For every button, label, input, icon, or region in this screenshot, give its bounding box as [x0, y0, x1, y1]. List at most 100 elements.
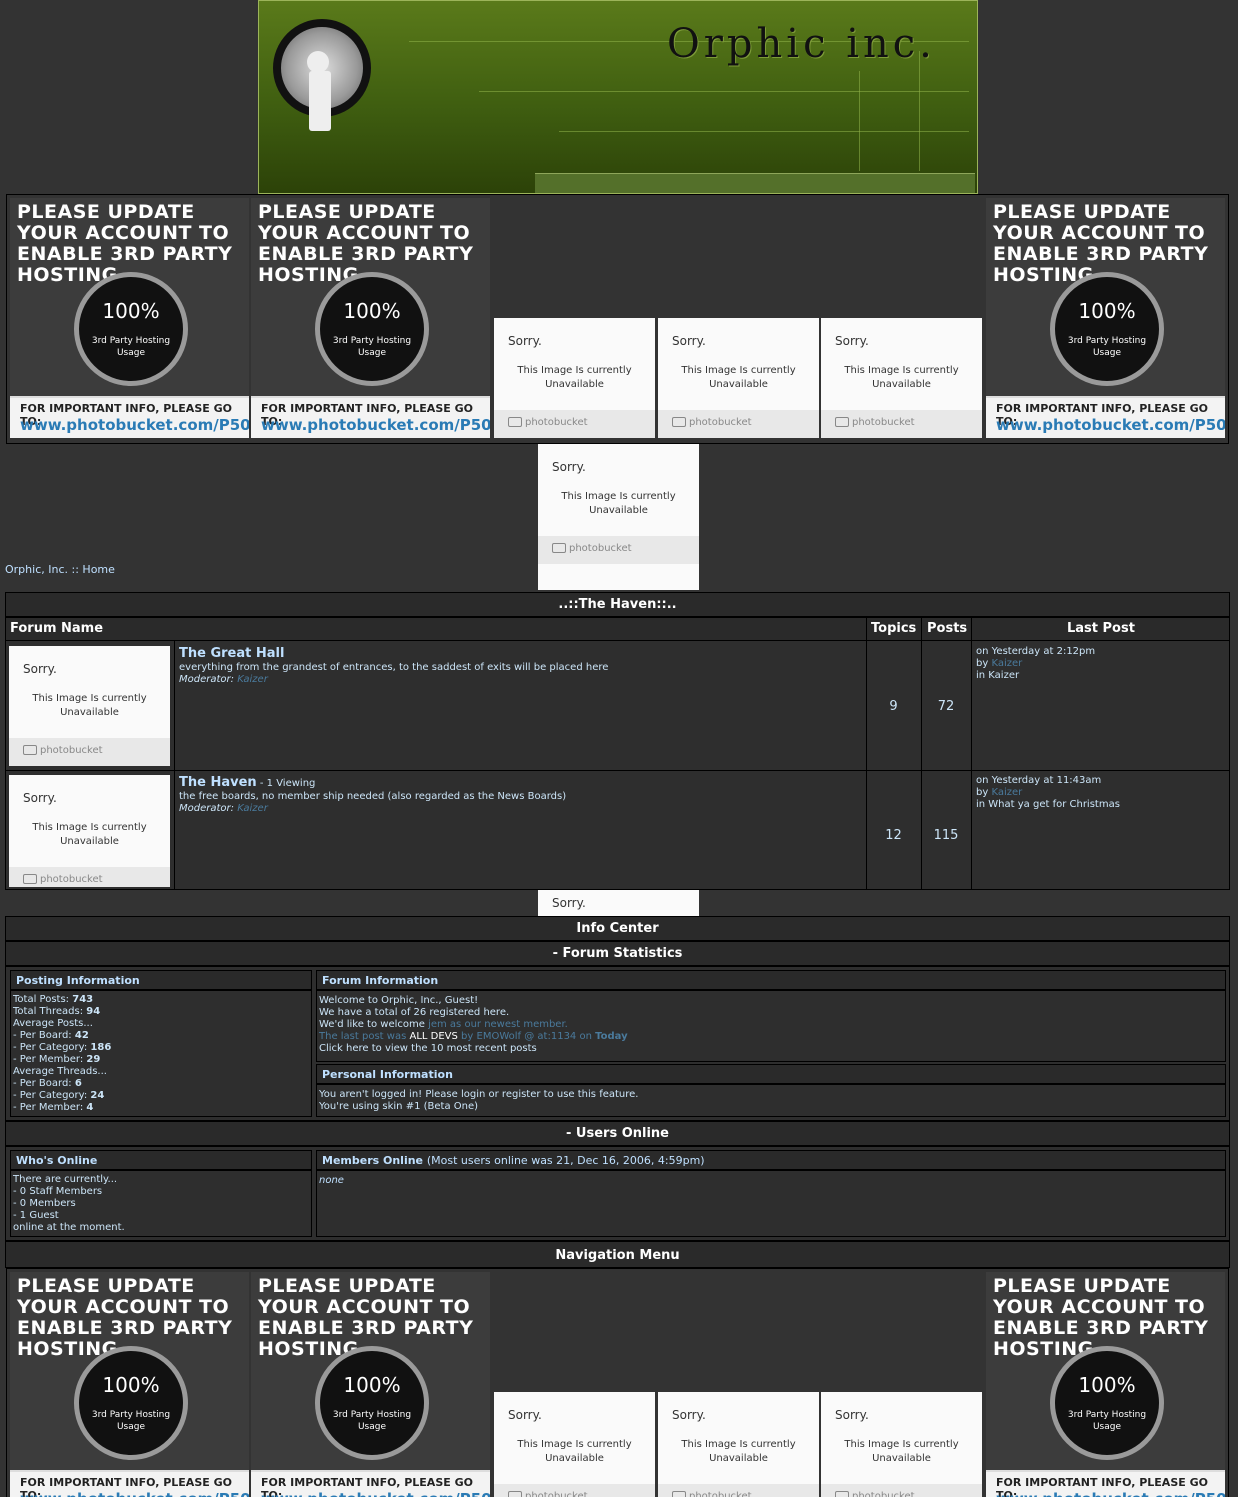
photobucket-hosting-ad[interactable]: PLEASE UPDATE YOUR ACCOUNT TO ENABLE 3RD…: [10, 198, 249, 438]
photobucket-hosting-ad[interactable]: PLEASE UPDATE YOUR ACCOUNT TO ENABLE 3RD…: [986, 198, 1225, 438]
camera-icon: [23, 745, 37, 755]
members-online-title: Members Online (Most users online was 21…: [316, 1150, 1226, 1170]
posting-info-title: Posting Information: [10, 970, 312, 990]
breadcrumb-home[interactable]: Home: [82, 563, 114, 576]
topic-count: 12: [885, 828, 902, 843]
online-line: - 1 Guest: [13, 1210, 59, 1221]
category-header: ..::The Haven::..: [5, 592, 1230, 617]
gauge-icon: 100% 3rd Party Hosting Usage: [315, 272, 429, 386]
col-last-post: Last Post: [1067, 621, 1135, 636]
whos-online-title: Who's Online: [10, 1150, 312, 1170]
online-line: online at the moment.: [13, 1222, 125, 1233]
camera-icon: [672, 1491, 686, 1497]
image-unavailable-placeholder: Sorry. This Image Is currently Unavailabl…: [821, 318, 982, 438]
viewing-count: - 1 Viewing: [259, 778, 316, 789]
last-post-link[interactable]: ALL DEVS: [409, 1031, 457, 1042]
col-posts: Posts: [927, 621, 968, 636]
forum-table-header: [5, 617, 1230, 641]
photobucket-hosting-ad[interactable]: PLEASE UPDATE YOUR ACCOUNT TO ENABLE 3RD…: [251, 1272, 490, 1497]
image-unavailable-placeholder: Sorry. This Image Is currently Unavailabl…: [538, 444, 699, 590]
skin-info: You're using skin #1 (Beta One): [319, 1101, 479, 1112]
forum-info-title: Forum Information: [316, 970, 1226, 990]
camera-icon: [23, 874, 37, 884]
photobucket-hosting-ad[interactable]: PLEASE UPDATE YOUR ACCOUNT TO ENABLE 3RD…: [986, 1272, 1225, 1497]
last-post-user[interactable]: Kaizer: [991, 658, 1022, 669]
personal-info-title: Personal Information: [316, 1064, 1226, 1084]
users-online-header: - Users Online: [5, 1121, 1230, 1146]
post-count: 115: [933, 828, 959, 843]
photobucket-link[interactable]: www.photobucket.com/P500: [261, 1490, 490, 1497]
photobucket-link[interactable]: www.photobucket.com/P500: [20, 416, 249, 434]
members-online-none: none: [319, 1175, 344, 1186]
image-unavailable-placeholder: Sorry. This Image Is currently Unavailabl…: [821, 1392, 982, 1497]
last-post-topic[interactable]: in Kaizer: [976, 670, 1019, 682]
photobucket-link[interactable]: www.photobucket.com/P500: [996, 1490, 1225, 1497]
forum-title-great-hall[interactable]: The Great Hall: [179, 646, 284, 661]
last-poster-link[interactable]: EMOWolf: [477, 1031, 522, 1042]
image-unavailable-placeholder: Sorry. This Image Is currently Unavailabl…: [658, 318, 819, 438]
camera-icon: [508, 1491, 522, 1497]
recent-posts-link[interactable]: Click here to view the 10 most recent po…: [319, 1043, 628, 1055]
stat-line: Average Threads...: [13, 1066, 107, 1077]
info-center-header: Info Center: [5, 916, 1230, 941]
stat-line: - Per Member: 29: [13, 1054, 101, 1065]
gauge-icon: 100% 3rd Party Hosting Usage: [1050, 272, 1164, 386]
image-unavailable-placeholder: Sorry. This Image Is currently Unavailabl…: [658, 1392, 819, 1497]
post-count: 72: [937, 699, 955, 714]
stat-line: Total Threads: 94: [13, 1006, 101, 1017]
gauge-icon: 100% 3rd Party Hosting Usage: [74, 1346, 188, 1460]
navigation-menu-header: Navigation Menu: [5, 1241, 1230, 1268]
forum-stats-header: - Forum Statistics: [5, 941, 1230, 966]
photobucket-hosting-ad[interactable]: PLEASE UPDATE YOUR ACCOUNT TO ENABLE 3RD…: [251, 198, 490, 438]
gauge-icon: 100% 3rd Party Hosting Usage: [315, 1346, 429, 1460]
image-unavailable-placeholder: Sorry. This Image Is currently Unavailabl…: [494, 318, 655, 438]
photobucket-link[interactable]: www.photobucket.com/P500: [20, 1490, 249, 1497]
camera-icon: [835, 1491, 849, 1497]
gauge-icon: 100% 3rd Party Hosting Usage: [74, 272, 188, 386]
camera-icon: [672, 417, 686, 427]
stat-line: - Per Board: 42: [13, 1030, 89, 1041]
logo-i-dot: [307, 51, 329, 73]
photobucket-link[interactable]: www.photobucket.com/P500: [261, 416, 490, 434]
topic-count: 9: [889, 699, 898, 714]
stat-line: - Per Category: 24: [13, 1090, 105, 1101]
stat-line: - Per Board: 6: [13, 1078, 82, 1089]
members-online-body: [316, 1170, 1226, 1237]
last-post-user[interactable]: Kaizer: [991, 787, 1022, 798]
image-unavailable-placeholder: Sorry. This Image Is currently Unavailabl…: [494, 1392, 655, 1497]
photobucket-hosting-ad[interactable]: PLEASE UPDATE YOUR ACCOUNT TO ENABLE 3RD…: [10, 1272, 249, 1497]
camera-icon: [552, 543, 566, 553]
image-unavailable-placeholder: Sorry.: [538, 890, 699, 916]
newest-member-link[interactable]: jem as our newest member.: [428, 1019, 568, 1030]
last-post-topic[interactable]: in What ya get for Christmas: [976, 799, 1120, 811]
moderator-link[interactable]: Kaizer: [237, 803, 268, 814]
online-line: - 0 Members: [13, 1198, 76, 1209]
banner-strip: [535, 173, 975, 193]
image-unavailable-placeholder: Sorry. This Image Is currently Unavailabl…: [9, 775, 170, 887]
stat-line: Total Posts: 743: [13, 994, 94, 1005]
forum-title-haven[interactable]: The Haven: [179, 775, 257, 790]
image-unavailable-placeholder: Sorry. This Image Is currently Unavailabl…: [9, 646, 170, 766]
photobucket-link[interactable]: www.photobucket.com/P500: [996, 416, 1225, 434]
stat-line: - Per Member: 4: [13, 1102, 94, 1113]
logo-i-bar: [309, 71, 331, 131]
posting-info-lines: Total Posts: 743 Total Threads: 94 Average…: [13, 994, 111, 1114]
online-line: - 0 Staff Members: [13, 1186, 103, 1197]
online-line: There are currently...: [13, 1174, 118, 1185]
welcome-line: Welcome to Orphic, Inc., Guest!: [319, 995, 479, 1006]
breadcrumb-site[interactable]: Orphic, Inc.: [5, 563, 68, 576]
last-post-time[interactable]: on Yesterday at 11:43am: [976, 775, 1101, 787]
forum-desc: everything from the grandest of entrance…: [179, 662, 609, 673]
login-prompt[interactable]: You aren't logged in! Please login or re…: [319, 1089, 638, 1101]
gauge-icon: 100% 3rd Party Hosting Usage: [1050, 1346, 1164, 1460]
site-title: Orphic inc.: [667, 21, 936, 67]
registered-line: We have a total of 26 registered here.: [319, 1007, 510, 1018]
moderator-link[interactable]: Kaizer: [237, 674, 268, 685]
site-banner[interactable]: Orphic inc.: [258, 0, 978, 194]
camera-icon: [835, 417, 849, 427]
last-post-time[interactable]: on Yesterday at 2:12pm: [976, 646, 1095, 658]
stat-line: - Per Category: 186: [13, 1042, 112, 1053]
col-topics: Topics: [871, 621, 917, 636]
camera-icon: [508, 417, 522, 427]
col-forum-name: Forum Name: [10, 621, 104, 636]
